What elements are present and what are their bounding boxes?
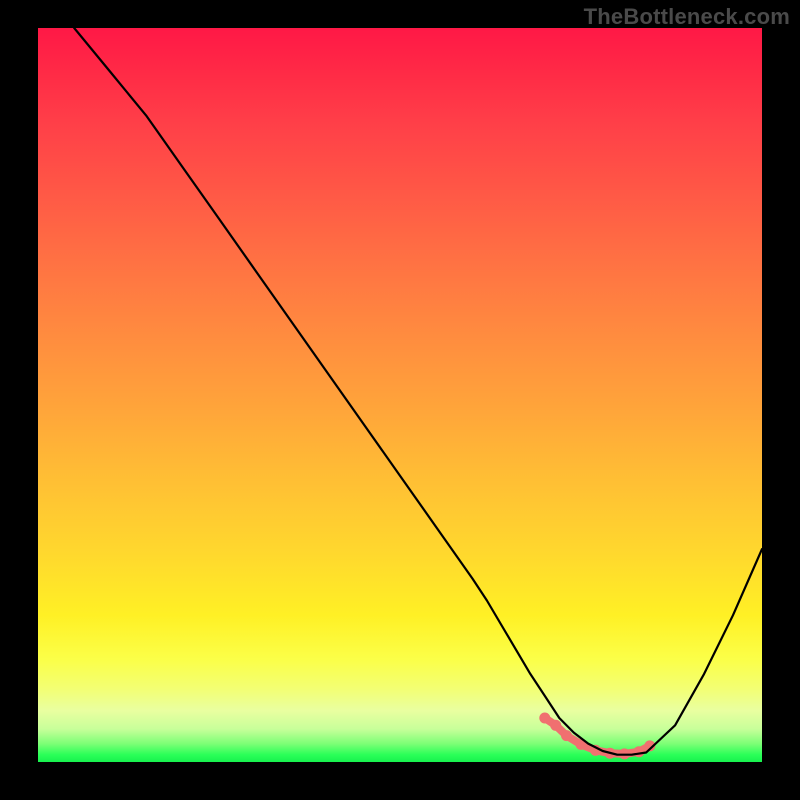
chart-svg [38,28,762,762]
chart-frame: TheBottleneck.com [0,0,800,800]
optimal-marker [633,746,644,757]
optimal-marker [539,713,550,724]
watermark-text: TheBottleneck.com [584,4,790,30]
optimal-markers-group [539,713,655,760]
optimal-marker [561,730,572,741]
optimal-marker [550,720,561,731]
plot-area [38,28,762,762]
bottleneck-curve-path [74,28,762,755]
